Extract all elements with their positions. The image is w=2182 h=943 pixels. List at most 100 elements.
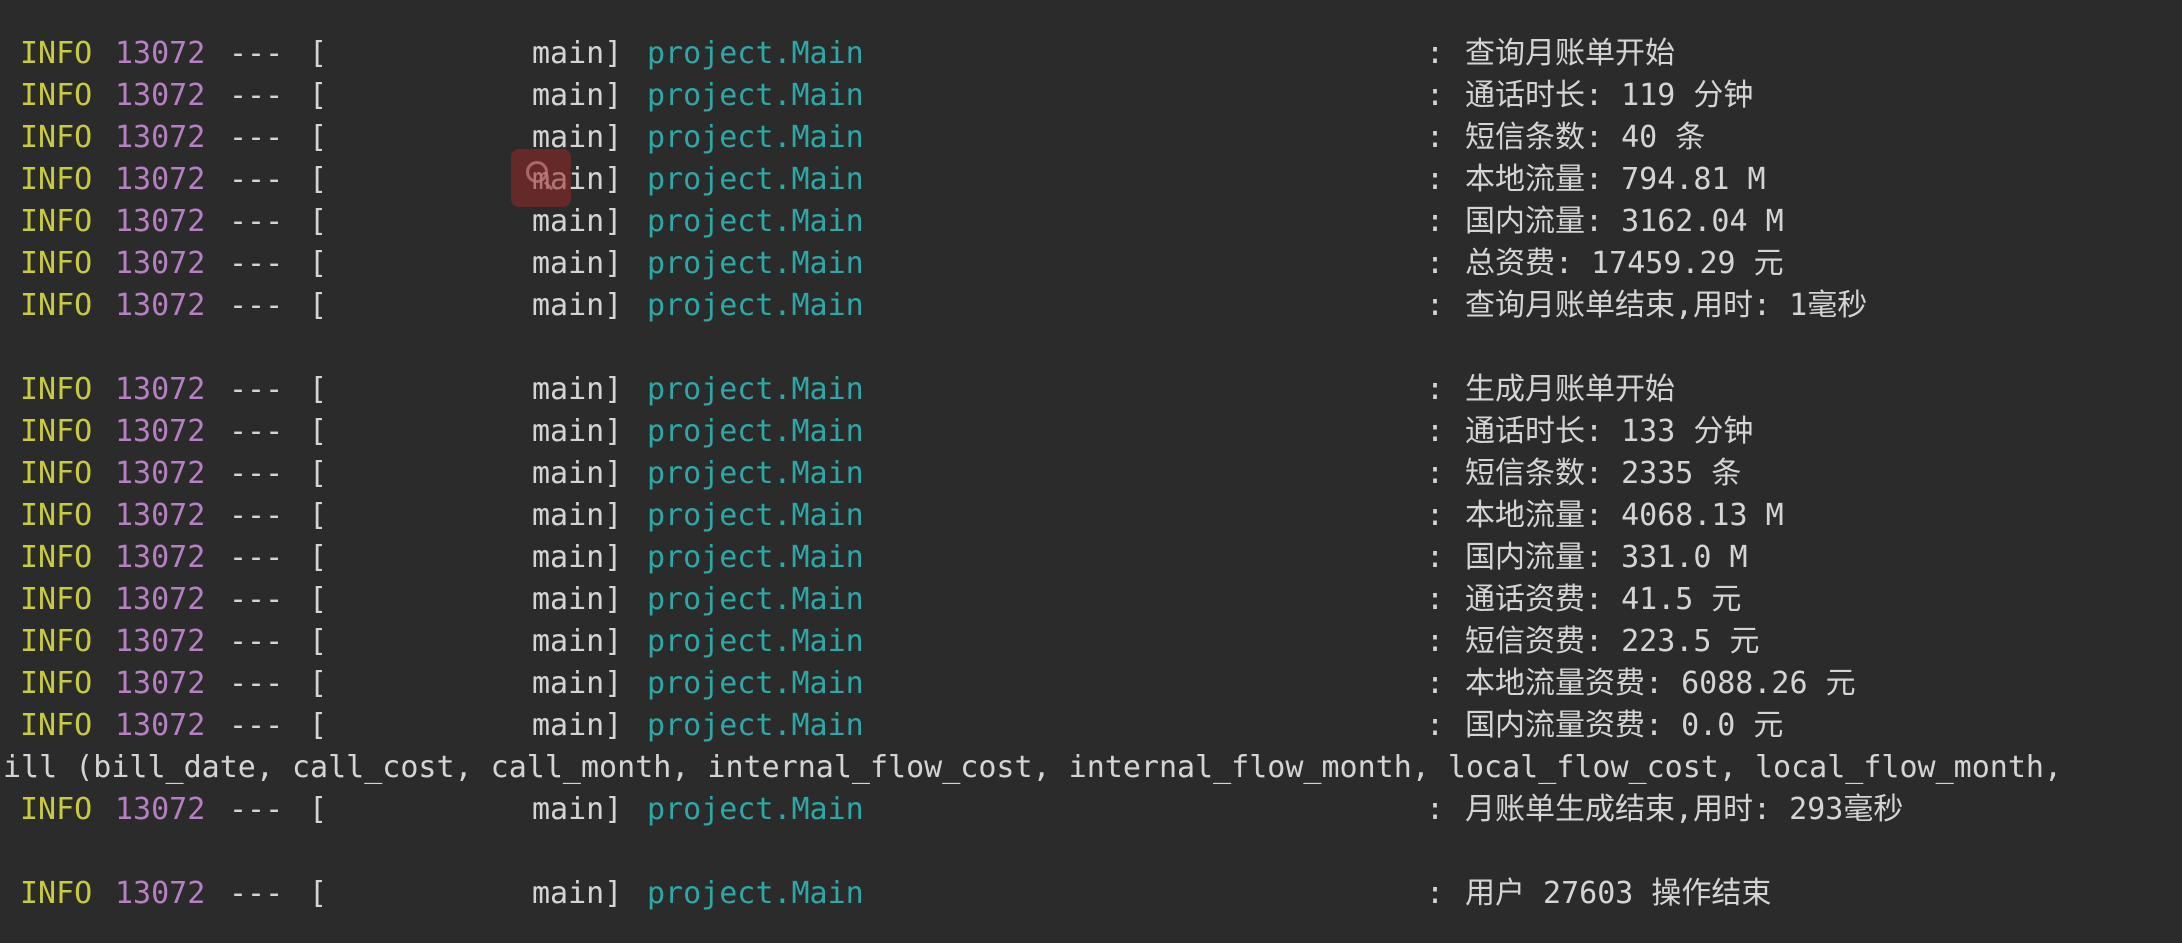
- log-line: INFO 13072 --- [ main] project.Main : 通话…: [0, 579, 2182, 621]
- logger-name[interactable]: project.Main: [647, 285, 864, 327]
- separator: ---: [229, 372, 284, 407]
- thread-bracket: [: [309, 708, 328, 743]
- thread-bracket: [: [309, 582, 328, 617]
- process-id: 13072: [115, 162, 206, 197]
- thread-name: main]: [532, 666, 623, 701]
- separator: ---: [229, 708, 284, 743]
- log-level: INFO: [20, 876, 93, 911]
- logger-name[interactable]: project.Main: [647, 33, 864, 75]
- process-id: 13072: [115, 246, 206, 281]
- log-line: INFO 13072 --- [ main] project.Main : 本地…: [0, 159, 2182, 201]
- separator: ---: [229, 624, 284, 659]
- thread-bracket: [: [309, 666, 328, 701]
- process-id: 13072: [115, 372, 206, 407]
- log-line: INFO 13072 --- [ main] project.Main : 查询…: [0, 285, 2182, 327]
- message-colon: :: [1426, 246, 1445, 281]
- logger-name[interactable]: project.Main: [647, 369, 864, 411]
- thread-bracket: [: [309, 372, 328, 407]
- log-level: INFO: [20, 666, 93, 701]
- logger-name[interactable]: project.Main: [647, 159, 864, 201]
- separator: ---: [229, 204, 284, 239]
- message-colon: :: [1426, 120, 1445, 155]
- log-message: 短信条数: 2335 条: [1465, 456, 1742, 491]
- thread-name: main]: [532, 204, 623, 239]
- log-message: 通话时长: 133 分钟: [1465, 414, 1754, 449]
- thread-bracket: [: [309, 414, 328, 449]
- log-message: 本地流量资费: 6088.26 元: [1465, 666, 1856, 701]
- thread-name: main]: [532, 36, 623, 71]
- process-id: 13072: [115, 624, 206, 659]
- logger-name[interactable]: project.Main: [647, 663, 864, 705]
- message-colon: :: [1426, 36, 1445, 71]
- thread-name: main]: [532, 708, 623, 743]
- log-level: INFO: [20, 204, 93, 239]
- log-level: INFO: [20, 414, 93, 449]
- log-message: 短信资费: 223.5 元: [1465, 624, 1760, 659]
- separator: ---: [229, 582, 284, 617]
- log-level: INFO: [20, 582, 93, 617]
- log-line: INFO 13072 --- [ main] project.Main : 查询…: [0, 33, 2182, 75]
- log-line: INFO 13072 --- [ main] project.Main : 短信…: [0, 117, 2182, 159]
- thread-bracket: [: [309, 540, 328, 575]
- logger-name[interactable]: project.Main: [647, 243, 864, 285]
- log-message: 本地流量: 4068.13 M: [1465, 498, 1784, 533]
- process-id: 13072: [115, 120, 206, 155]
- message-colon: :: [1426, 162, 1445, 197]
- separator: ---: [229, 246, 284, 281]
- separator: ---: [229, 120, 284, 155]
- message-colon: :: [1426, 708, 1445, 743]
- logger-name[interactable]: project.Main: [647, 789, 864, 831]
- log-level: INFO: [20, 456, 93, 491]
- logger-name[interactable]: project.Main: [647, 705, 864, 747]
- log-line: INFO 13072 --- [ main] project.Main : 生成…: [0, 369, 2182, 411]
- separator: ---: [229, 414, 284, 449]
- log-level: INFO: [20, 162, 93, 197]
- thread-bracket: [: [309, 288, 328, 323]
- thread-name: main]: [532, 456, 623, 491]
- sql-output-line: ill (bill_date, call_cost, call_month, i…: [0, 747, 2182, 789]
- message-colon: :: [1426, 876, 1445, 911]
- console-output[interactable]: INFO 13072 --- [ main] project.Main : 查询…: [0, 0, 2182, 943]
- log-line: INFO 13072 --- [ main] project.Main : 本地…: [0, 495, 2182, 537]
- thread-name: main]: [532, 876, 623, 911]
- logger-name[interactable]: project.Main: [647, 75, 864, 117]
- thread-name: main]: [532, 78, 623, 113]
- thread-name: main]: [532, 288, 623, 323]
- logger-name[interactable]: project.Main: [647, 201, 864, 243]
- process-id: 13072: [115, 456, 206, 491]
- process-id: 13072: [115, 708, 206, 743]
- process-id: 13072: [115, 540, 206, 575]
- log-message: 国内流量: 3162.04 M: [1465, 204, 1784, 239]
- logger-name[interactable]: project.Main: [647, 453, 864, 495]
- thread-bracket: [: [309, 78, 328, 113]
- logger-name[interactable]: project.Main: [647, 873, 864, 915]
- log-line: INFO 13072 --- [ main] project.Main : 总资…: [0, 243, 2182, 285]
- log-line: INFO 13072 --- [ main] project.Main : 短信…: [0, 453, 2182, 495]
- log-level: INFO: [20, 36, 93, 71]
- logger-name[interactable]: project.Main: [647, 579, 864, 621]
- log-line: INFO 13072 --- [ main] project.Main : 本地…: [0, 663, 2182, 705]
- thread-bracket: [: [309, 120, 328, 155]
- log-line: INFO 13072 --- [ main] project.Main : 国内…: [0, 537, 2182, 579]
- log-level: INFO: [20, 708, 93, 743]
- log-level: INFO: [20, 540, 93, 575]
- separator: ---: [229, 162, 284, 197]
- thread-name: main]: [532, 414, 623, 449]
- logger-name[interactable]: project.Main: [647, 537, 864, 579]
- thread-bracket: [: [309, 456, 328, 491]
- log-line: INFO 13072 --- [ main] project.Main : 国内…: [0, 705, 2182, 747]
- logger-name[interactable]: project.Main: [647, 117, 864, 159]
- separator: ---: [229, 498, 284, 533]
- logger-name[interactable]: project.Main: [647, 495, 864, 537]
- log-level: INFO: [20, 246, 93, 281]
- separator: ---: [229, 456, 284, 491]
- log-message: 查询月账单开始: [1465, 36, 1675, 71]
- log-line: INFO 13072 --- [ main] project.Main : 月账…: [0, 789, 2182, 831]
- logger-name[interactable]: project.Main: [647, 621, 864, 663]
- log-message: 查询月账单结束,用时: 1毫秒: [1465, 288, 1868, 323]
- logger-name[interactable]: project.Main: [647, 411, 864, 453]
- separator: ---: [229, 78, 284, 113]
- log-level: INFO: [20, 624, 93, 659]
- process-id: 13072: [115, 876, 206, 911]
- log-message: 国内流量: 331.0 M: [1465, 540, 1748, 575]
